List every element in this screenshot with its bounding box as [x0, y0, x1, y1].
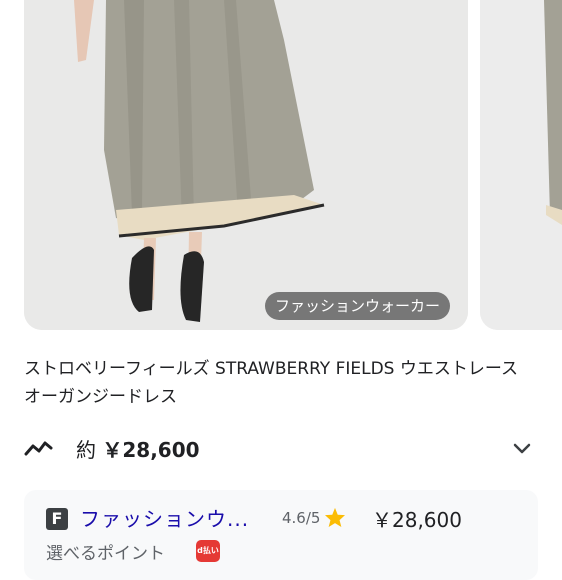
image-source-chip[interactable]: ファッションウォーカー — [264, 292, 450, 320]
star-icon — [325, 507, 345, 527]
product-photo — [24, 0, 468, 330]
approx-price: 約 ￥28,600 — [76, 434, 200, 463]
chevron-down-icon[interactable] — [506, 432, 538, 464]
next-product-photo — [480, 0, 562, 330]
price-row: 約 ￥28,600 — [24, 432, 538, 464]
price-prefix: 約 — [76, 438, 96, 462]
seller-points-note: 選べるポイント — [46, 544, 165, 564]
seller-price: ￥28,600 — [372, 508, 462, 532]
price-trend-icon — [24, 441, 53, 456]
product-title[interactable]: ストロベリーフィールズ STRAWBERRY FIELDS ウエストレースオーガ… — [24, 355, 534, 411]
next-image-card[interactable] — [480, 0, 562, 330]
seller-offer-card[interactable]: F ファッションウ... 4.6/5 ￥28,600 選べるポイント d払い — [24, 490, 538, 580]
seller-rating: 4.6/5 — [282, 509, 321, 527]
d-points-badge-icon: d払い — [196, 540, 220, 562]
seller-logo: F — [46, 508, 68, 530]
product-image-card[interactable]: ファッションウォーカー — [24, 0, 468, 330]
seller-name-link[interactable]: ファッションウ... — [80, 503, 249, 532]
price-value: ￥28,600 — [102, 438, 200, 462]
